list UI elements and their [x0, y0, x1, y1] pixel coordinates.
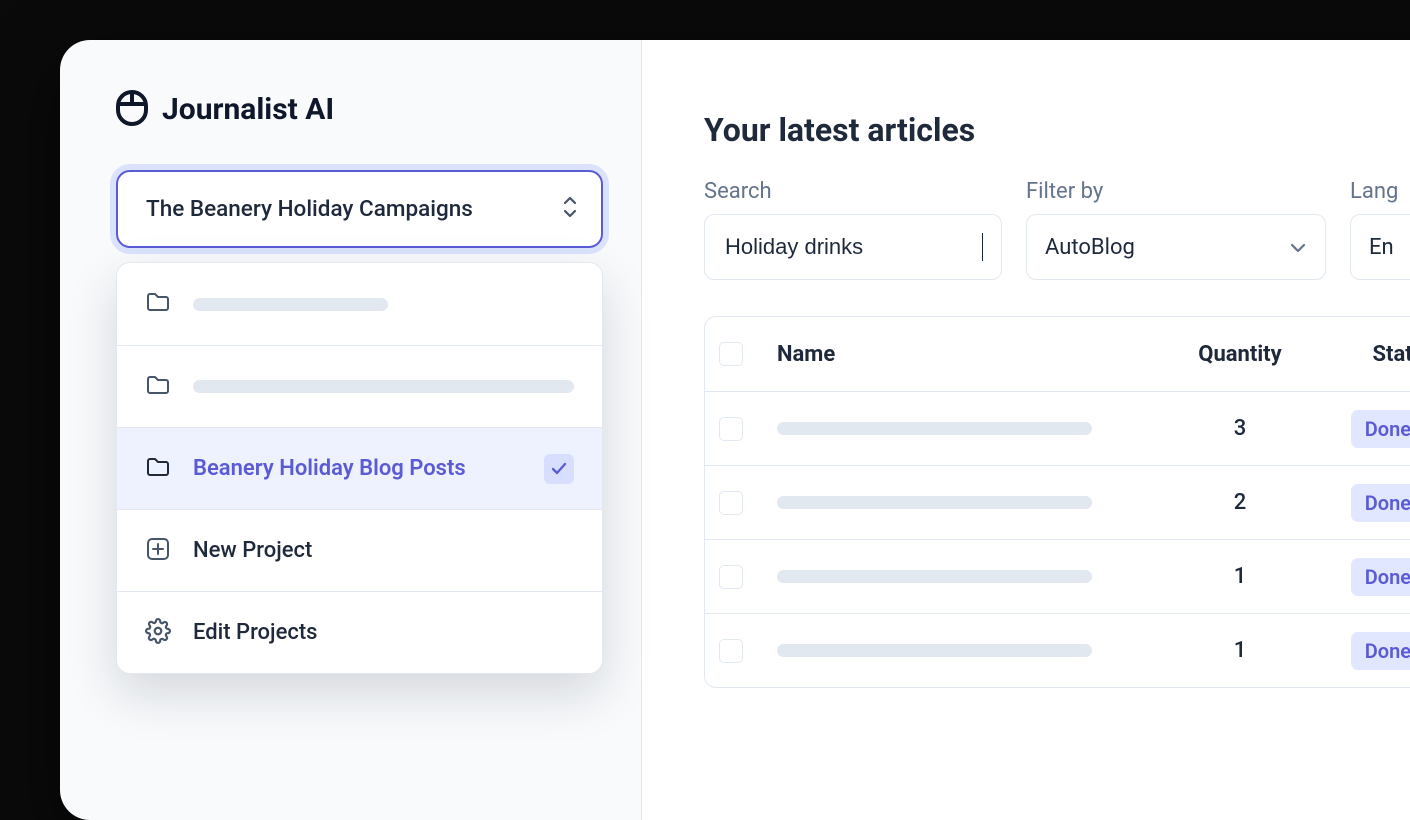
project-dropdown-panel: Beanery Holiday Blog Posts — [116, 262, 603, 674]
status-badge: Done — [1351, 410, 1410, 448]
row-checkbox[interactable] — [719, 417, 743, 441]
project-dropdown-item[interactable] — [117, 345, 602, 427]
table-header: Name Quantity Statu — [705, 317, 1410, 391]
row-checkbox[interactable] — [719, 565, 743, 589]
row-name-skeleton — [777, 422, 1092, 435]
project-dropdown-item-label: Beanery Holiday Blog Posts — [193, 456, 466, 481]
dropdown-item-skeleton — [193, 380, 574, 393]
sidebar: Journalist AI The Beanery Holiday Campai… — [60, 40, 642, 820]
selected-check-icon — [544, 454, 574, 484]
row-quantity: 1 — [1165, 564, 1315, 589]
edit-projects-button[interactable]: Edit Projects — [117, 591, 602, 673]
row-quantity: 3 — [1165, 416, 1315, 441]
project-picker-button[interactable]: The Beanery Holiday Campaigns — [116, 170, 603, 248]
table-row[interactable]: 2 Done — [705, 465, 1410, 539]
chevron-down-icon — [1289, 235, 1307, 260]
column-header-status: Statu — [1372, 342, 1410, 367]
select-updown-icon — [561, 194, 579, 224]
search-input[interactable] — [723, 233, 974, 261]
select-all-checkbox[interactable] — [719, 342, 743, 366]
plus-square-icon — [145, 536, 171, 566]
search-input-wrap[interactable] — [704, 214, 1002, 280]
row-name-skeleton — [777, 570, 1092, 583]
row-quantity: 1 — [1165, 638, 1315, 663]
language-value: En — [1369, 235, 1394, 260]
filter-by-value: AutoBlog — [1045, 235, 1135, 260]
mouse-logo-icon — [116, 88, 148, 130]
status-badge: Done — [1351, 632, 1410, 670]
table-row[interactable]: 3 Done — [705, 391, 1410, 465]
column-header-quantity: Quantity — [1165, 342, 1315, 367]
language-select[interactable]: En — [1350, 214, 1410, 280]
dropdown-item-skeleton — [193, 298, 388, 311]
column-header-name: Name — [777, 342, 1165, 367]
text-cursor — [982, 233, 983, 261]
filter-by-label: Filter by — [1026, 179, 1326, 204]
row-checkbox[interactable] — [719, 491, 743, 515]
language-label: Lang — [1350, 179, 1410, 204]
new-project-label: New Project — [193, 538, 312, 563]
table-row[interactable]: 1 Done — [705, 613, 1410, 687]
row-name-skeleton — [777, 496, 1092, 509]
project-dropdown-item-selected[interactable]: Beanery Holiday Blog Posts — [117, 427, 602, 509]
page-title: Your latest articles — [704, 111, 1410, 149]
brand-name: Journalist AI — [162, 92, 334, 127]
brand-logo: Journalist AI — [116, 88, 603, 130]
main-content: Your latest articles Search Filter by Au… — [642, 40, 1410, 820]
folder-icon — [145, 373, 171, 401]
articles-table: Name Quantity Statu 3 Done 2 Done 1 Don — [704, 316, 1410, 688]
row-name-skeleton — [777, 644, 1092, 657]
row-quantity: 2 — [1165, 490, 1315, 515]
app-window: Journalist AI The Beanery Holiday Campai… — [60, 40, 1410, 820]
status-badge: Done — [1351, 484, 1410, 522]
status-badge: Done — [1351, 558, 1410, 596]
folder-icon — [145, 455, 171, 483]
filter-by-select[interactable]: AutoBlog — [1026, 214, 1326, 280]
new-project-button[interactable]: New Project — [117, 509, 602, 591]
table-row[interactable]: 1 Done — [705, 539, 1410, 613]
gear-icon — [145, 618, 171, 648]
row-checkbox[interactable] — [719, 639, 743, 663]
folder-icon — [145, 290, 171, 318]
filter-bar: Search Filter by AutoBlog Lang En — [704, 179, 1410, 280]
edit-projects-label: Edit Projects — [193, 620, 317, 645]
project-picker-selected: The Beanery Holiday Campaigns — [146, 196, 473, 222]
search-label: Search — [704, 179, 1002, 204]
project-dropdown-item[interactable] — [117, 263, 602, 345]
